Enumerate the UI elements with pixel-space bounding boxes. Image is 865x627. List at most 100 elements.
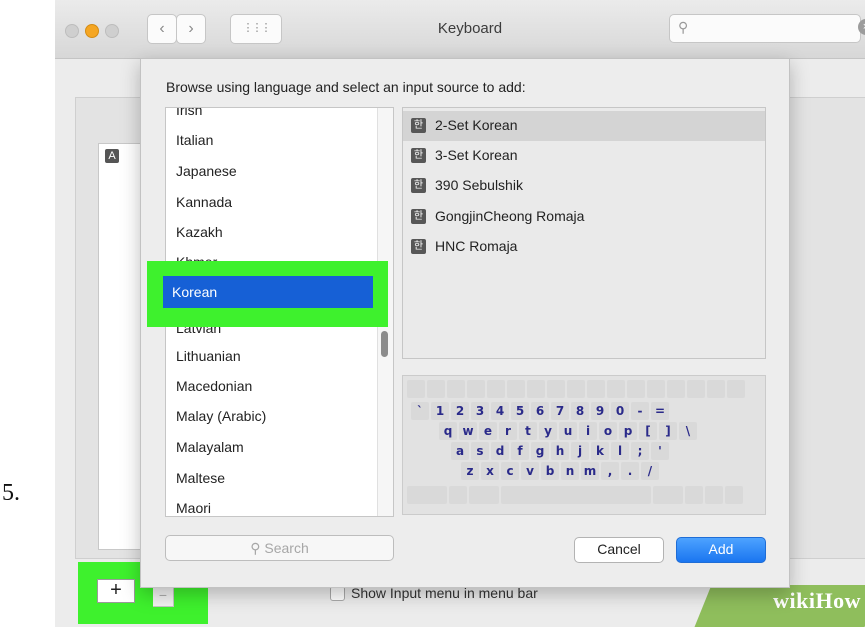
input-source-label: GongjinCheong Romaja	[435, 208, 585, 224]
key: c	[501, 462, 519, 480]
keyboard-bottom-row: z x c v b n m , . /	[461, 462, 659, 480]
key: m	[581, 462, 599, 480]
input-source-badge-icon: A	[105, 149, 119, 163]
language-search-placeholder: Search	[264, 540, 309, 556]
key: 3	[471, 402, 489, 420]
key: f	[511, 442, 529, 460]
language-item[interactable]: Kazakh	[176, 224, 223, 240]
remove-input-source-button[interactable]: −	[152, 585, 174, 607]
key: 6	[531, 402, 549, 420]
keyboard-top-row: q w e r t y u i o p [ ] \	[439, 422, 697, 440]
input-source-item[interactable]: 한 390 Sebulshik	[403, 171, 765, 201]
key: '	[651, 442, 669, 460]
key: 5	[511, 402, 529, 420]
title-bar: ‹ › ⋮⋮⋮ Keyboard ⚲ ×	[55, 0, 865, 59]
key: 0	[611, 402, 629, 420]
cancel-button[interactable]: Cancel	[574, 537, 664, 563]
step-number: 5.	[2, 480, 20, 506]
key: i	[579, 422, 597, 440]
language-item[interactable]: Irish	[176, 108, 202, 118]
language-list-scroll-thumb[interactable]	[381, 331, 388, 357]
key: [	[639, 422, 657, 440]
key: =	[651, 402, 669, 420]
input-source-label: 390 Sebulshik	[435, 177, 523, 193]
close-window-button[interactable]	[65, 24, 79, 38]
minimize-window-button[interactable]	[85, 24, 99, 38]
sheet-prompt: Browse using language and select an inpu…	[166, 79, 526, 95]
key: p	[619, 422, 637, 440]
search-icon: ⚲	[678, 19, 689, 35]
input-source-label: 2-Set Korean	[435, 117, 518, 133]
key: w	[459, 422, 477, 440]
add-input-source-sheet: Browse using language and select an inpu…	[140, 58, 790, 588]
hangul-icon: 한	[411, 239, 426, 254]
add-input-source-button-highlighted[interactable]: +	[97, 579, 135, 603]
language-item[interactable]: Maltese	[176, 470, 225, 486]
grid-icon: ⋮⋮⋮	[242, 22, 272, 34]
key: -	[631, 402, 649, 420]
input-source-label: HNC Romaja	[435, 238, 518, 254]
language-item-selected[interactable]: Korean	[163, 276, 373, 308]
key: a	[451, 442, 469, 460]
language-item[interactable]: Lithuanian	[176, 348, 241, 364]
key: h	[551, 442, 569, 460]
hangul-icon: 한	[411, 178, 426, 193]
key: 1	[431, 402, 449, 420]
wikihow-watermark: wikiHow	[773, 588, 861, 613]
language-item[interactable]: Macedonian	[176, 378, 252, 394]
keyboard-blank-row	[407, 380, 745, 398]
key: o	[599, 422, 617, 440]
input-source-item[interactable]: 한 2-Set Korean	[403, 111, 765, 141]
forward-button[interactable]: ›	[176, 14, 206, 44]
input-source-item[interactable]: 한 3-Set Korean	[403, 141, 765, 171]
keyboard-space-row	[407, 486, 743, 504]
key: q	[439, 422, 457, 440]
key: `	[411, 402, 429, 420]
language-search-field[interactable]: ⚲ Search	[165, 535, 394, 561]
key: 7	[551, 402, 569, 420]
key: l	[611, 442, 629, 460]
key: u	[559, 422, 577, 440]
language-item[interactable]: Italian	[176, 132, 213, 148]
key: ]	[659, 422, 677, 440]
key: b	[541, 462, 559, 480]
key: v	[521, 462, 539, 480]
language-item[interactable]: Kannada	[176, 194, 232, 210]
key: /	[641, 462, 659, 480]
hangul-icon: 한	[411, 148, 426, 163]
hangul-icon: 한	[411, 118, 426, 133]
zoom-window-button[interactable]	[105, 24, 119, 38]
key: t	[519, 422, 537, 440]
key: n	[561, 462, 579, 480]
key: 8	[571, 402, 589, 420]
key: .	[621, 462, 639, 480]
key: g	[531, 442, 549, 460]
language-item[interactable]: Malay (Arabic)	[176, 408, 266, 424]
clear-search-icon[interactable]: ×	[858, 19, 865, 35]
keyboard-home-row: a s d f g h j k l ; '	[451, 442, 669, 460]
key: y	[539, 422, 557, 440]
key: e	[479, 422, 497, 440]
window-title: Keyboard	[437, 20, 503, 37]
key: k	[591, 442, 609, 460]
input-source-list[interactable]: 한 2-Set Korean 한 3-Set Korean 한 390 Sebu…	[402, 107, 766, 359]
key: z	[461, 462, 479, 480]
key: j	[571, 442, 589, 460]
key: 4	[491, 402, 509, 420]
show-all-grid-button[interactable]: ⋮⋮⋮	[230, 14, 282, 44]
input-source-item[interactable]: 한 GongjinCheong Romaja	[403, 202, 765, 232]
language-item[interactable]: Maori	[176, 500, 211, 516]
key: ;	[631, 442, 649, 460]
add-button[interactable]: Add	[676, 537, 766, 563]
key: d	[491, 442, 509, 460]
back-button[interactable]: ‹	[147, 14, 177, 44]
input-source-item[interactable]: 한 HNC Romaja	[403, 232, 765, 262]
key: \	[679, 422, 697, 440]
preferences-search-field[interactable]: ⚲ ×	[669, 14, 865, 43]
key: 2	[451, 402, 469, 420]
key: r	[499, 422, 517, 440]
language-item[interactable]: Malayalam	[176, 439, 244, 455]
search-icon: ⚲	[250, 540, 261, 556]
language-item[interactable]: Japanese	[176, 163, 237, 179]
key: s	[471, 442, 489, 460]
